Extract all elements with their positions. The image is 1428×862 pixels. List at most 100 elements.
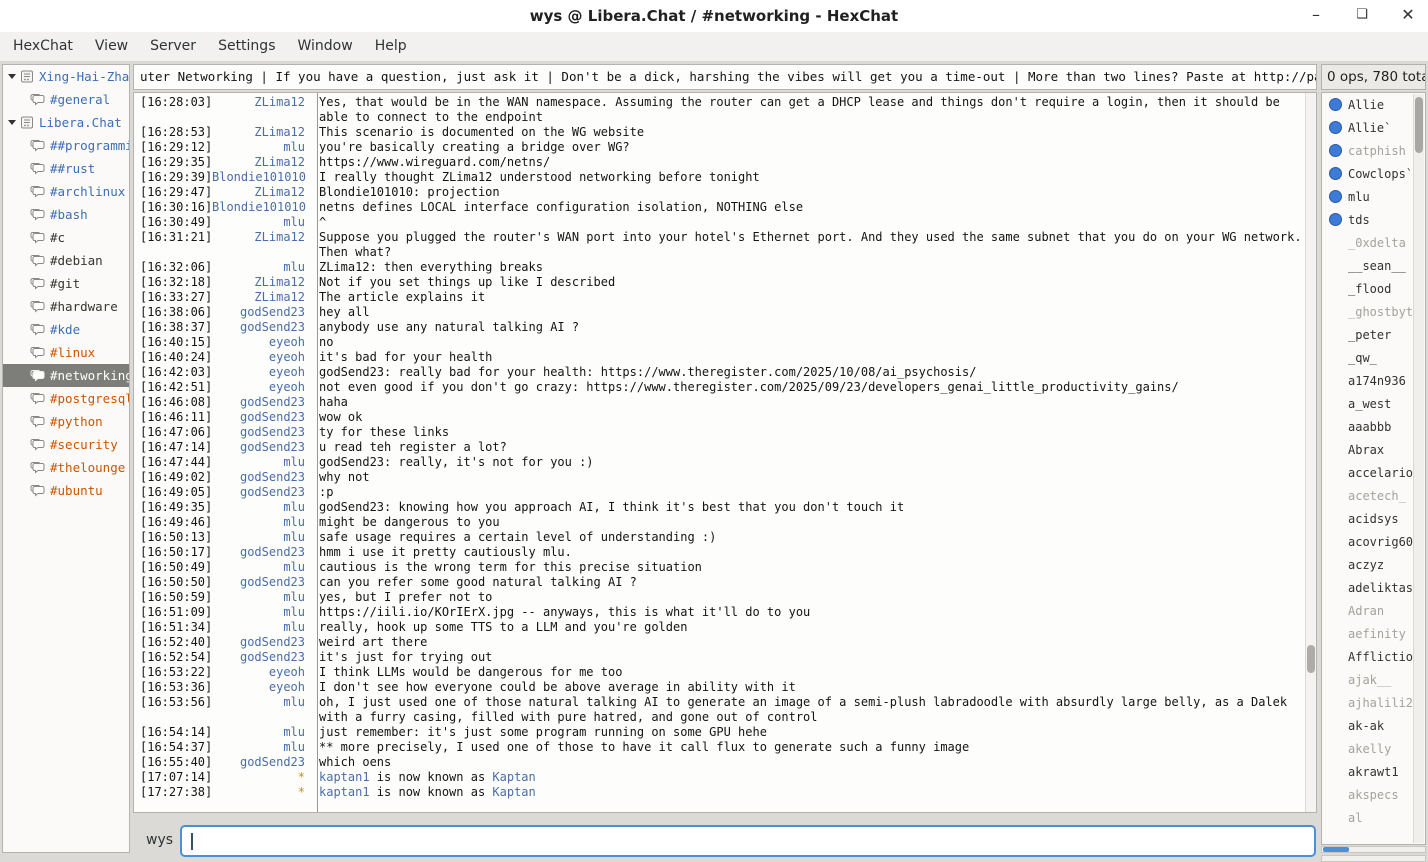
menu-help[interactable]: Help <box>364 32 418 61</box>
channel-row--security[interactable]: #security <box>3 433 129 456</box>
chat-line: [16:42:51]eyeohnot even good if you don'… <box>134 380 1302 395</box>
user-name: _peter <box>1348 328 1391 342</box>
channel-icon <box>30 231 45 244</box>
user-row[interactable]: Allie <box>1322 93 1425 116</box>
menu-settings[interactable]: Settings <box>207 32 286 61</box>
user-row[interactable]: aaabbb <box>1322 415 1425 438</box>
user-row[interactable]: acidsys <box>1322 507 1425 530</box>
nick-reference: kaptan1 <box>319 770 370 784</box>
user-row[interactable]: _qw_ <box>1322 346 1425 369</box>
menu-window[interactable]: Window <box>286 32 363 61</box>
chat-message: wow ok <box>312 410 1302 425</box>
userlist-hscrollbar-2[interactable] <box>1321 855 1426 862</box>
user-row[interactable]: __sean__ <box>1322 254 1425 277</box>
channel-row--programming[interactable]: ##programming <box>3 134 129 157</box>
user-name: tds <box>1348 213 1370 227</box>
chat-line: [16:29:35]ZLima12https://www.wireguard.c… <box>134 155 1302 170</box>
user-row[interactable]: acetech_ <box>1322 484 1425 507</box>
chat-message: ^ <box>312 215 1302 230</box>
close-icon[interactable]: ✕ <box>1388 0 1428 32</box>
user-row[interactable]: Cowclops` <box>1322 162 1425 185</box>
user-status-dot-icon <box>1329 144 1342 157</box>
user-row[interactable]: ajak__ <box>1322 668 1425 691</box>
chat-scrollbar[interactable] <box>1305 93 1316 812</box>
expander-icon[interactable] <box>8 120 16 125</box>
user-name: Afflictio <box>1348 650 1413 664</box>
userlist-hscrollbar-thumb[interactable] <box>1323 847 1349 852</box>
channel-row--postgresql[interactable]: #postgresql <box>3 387 129 410</box>
user-row[interactable]: ak-ak <box>1322 714 1425 737</box>
user-row[interactable]: akspecs <box>1322 783 1425 806</box>
chat-timestamp: [16:47:06] <box>134 425 212 440</box>
user-row[interactable]: mlu <box>1322 185 1425 208</box>
channel-row--general[interactable]: #general <box>3 88 129 111</box>
menu-server[interactable]: Server <box>139 32 207 61</box>
user-row[interactable]: Adran <box>1322 599 1425 622</box>
chat-message: https://iili.io/KOrIErX.jpg -- anyways, … <box>312 605 1302 620</box>
user-row[interactable]: Afflictio <box>1322 645 1425 668</box>
channel-row--debian[interactable]: #debian <box>3 249 129 272</box>
channel-row--hardware[interactable]: #hardware <box>3 295 129 318</box>
channel-row--networking[interactable]: #networking <box>3 364 129 387</box>
user-row[interactable]: aefinity <box>1322 622 1425 645</box>
network-row-libera-chat[interactable]: Libera.Chat <box>3 111 129 134</box>
chat-nick: ZLima12 <box>212 230 312 260</box>
user-row[interactable]: aczyz <box>1322 553 1425 576</box>
chat-timestamp: [16:51:34] <box>134 620 212 635</box>
chat-nick: Blondie101010 <box>212 200 312 215</box>
chat-timestamp: [16:32:18] <box>134 275 212 290</box>
user-row[interactable]: accelario <box>1322 461 1425 484</box>
user-row[interactable]: Abrax <box>1322 438 1425 461</box>
network-row-xing-hai-zhan[interactable]: Xing-Hai-Zhan <box>3 65 129 88</box>
user-row[interactable]: acovrig60 <box>1322 530 1425 553</box>
menu-view[interactable]: View <box>84 32 139 61</box>
channel-row--ubuntu[interactable]: #ubuntu <box>3 479 129 502</box>
channel-row--git[interactable]: #git <box>3 272 129 295</box>
user-row[interactable]: catphish <box>1322 139 1425 162</box>
expander-icon[interactable] <box>8 74 16 79</box>
channel-row--kde[interactable]: #kde <box>3 318 129 341</box>
chat-message: netns defines LOCAL interface configurat… <box>312 200 1302 215</box>
chat-message: can you refer some good natural talking … <box>312 575 1302 590</box>
user-row[interactable]: tds <box>1322 208 1425 231</box>
chat-timestamp: [16:46:11] <box>134 410 212 425</box>
chat-timestamp: [16:49:02] <box>134 470 212 485</box>
message-input[interactable] <box>180 825 1316 857</box>
chat-line: [16:46:11]godSend23wow ok <box>134 410 1302 425</box>
user-row[interactable]: _peter <box>1322 323 1425 346</box>
chat-nick: godSend23 <box>212 470 312 485</box>
channel-row--python[interactable]: #python <box>3 410 129 433</box>
user-row[interactable]: adeliktas <box>1322 576 1425 599</box>
chat-scrollbar-thumb[interactable] <box>1307 645 1315 673</box>
user-row[interactable]: akrawt1 <box>1322 760 1425 783</box>
chat-nick: mlu <box>212 455 312 470</box>
user-row[interactable]: _ghostbyt <box>1322 300 1425 323</box>
channel-row--linux[interactable]: #linux <box>3 341 129 364</box>
channel-row--c[interactable]: #c <box>3 226 129 249</box>
channel-icon <box>30 461 45 474</box>
user-row[interactable]: al <box>1322 806 1425 829</box>
userlist-hscrollbar[interactable] <box>1321 846 1426 853</box>
user-row[interactable]: Allie` <box>1322 116 1425 139</box>
user-row[interactable]: _flood <box>1322 277 1425 300</box>
channel-row--bash[interactable]: #bash <box>3 203 129 226</box>
topic-bar[interactable]: uter Networking | If you have a question… <box>133 64 1317 90</box>
user-row[interactable]: ajhalili2 <box>1322 691 1425 714</box>
user-row[interactable]: a174n936 <box>1322 369 1425 392</box>
tree-label: #debian <box>50 253 103 268</box>
user-row[interactable]: _0xdelta <box>1322 231 1425 254</box>
channel-row--rust[interactable]: ##rust <box>3 157 129 180</box>
tree-label: Xing-Hai-Zhan <box>39 69 129 84</box>
chat-nick: mlu <box>212 260 312 275</box>
minimize-icon[interactable]: – <box>1296 0 1336 32</box>
channel-row--thelounge[interactable]: #thelounge <box>3 456 129 479</box>
user-row[interactable]: a_west <box>1322 392 1425 415</box>
menu-hexchat[interactable]: HexChat <box>2 32 84 61</box>
channel-row--archlinux[interactable]: #archlinux <box>3 180 129 203</box>
maximize-icon[interactable]: ❏ <box>1342 0 1382 32</box>
userlist-scrollbar-thumb[interactable] <box>1415 97 1423 153</box>
chat-timestamp: [16:33:27] <box>134 290 212 305</box>
userlist-scrollbar[interactable] <box>1413 94 1424 843</box>
chat-line: [16:49:35]mlugodSend23: knowing how you … <box>134 500 1302 515</box>
user-row[interactable]: akelly <box>1322 737 1425 760</box>
